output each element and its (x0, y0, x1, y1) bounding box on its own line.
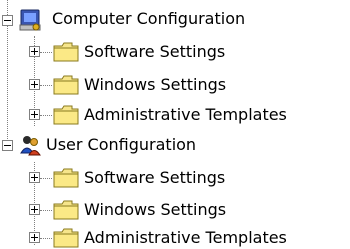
node-label[interactable]: Software Settings (84, 43, 225, 61)
tree-line (40, 85, 52, 86)
node-label[interactable]: Administrative Templates (84, 229, 287, 247)
node-label[interactable]: Windows Settings (84, 76, 226, 94)
expand-toggle[interactable] (29, 46, 40, 57)
folder-icon (52, 167, 80, 189)
folder-icon (52, 199, 80, 221)
node-label[interactable]: Windows Settings (84, 201, 226, 219)
node-label[interactable]: User Configuration (46, 136, 196, 154)
computer-config-icon (18, 8, 42, 32)
node-label[interactable]: Administrative Templates (84, 106, 287, 124)
expand-toggle[interactable] (29, 232, 40, 243)
tree-line (40, 238, 52, 239)
expand-toggle[interactable] (29, 172, 40, 183)
folder-icon (52, 74, 80, 96)
collapse-toggle[interactable] (2, 140, 13, 151)
user-config-icon (18, 133, 42, 157)
expand-toggle[interactable] (29, 204, 40, 215)
expand-toggle[interactable] (29, 109, 40, 120)
collapse-toggle[interactable] (2, 15, 13, 26)
folder-icon (52, 104, 80, 126)
node-label[interactable]: Software Settings (84, 169, 225, 187)
tree-line (40, 115, 52, 116)
folder-icon (52, 41, 80, 63)
tree-line (40, 52, 52, 53)
node-label[interactable]: Computer Configuration (52, 10, 245, 28)
group-policy-tree: Computer Configuration Software Settings… (0, 0, 350, 248)
expand-toggle[interactable] (29, 79, 40, 90)
folder-icon (52, 227, 80, 249)
tree-line (40, 178, 52, 179)
tree-line (40, 210, 52, 211)
